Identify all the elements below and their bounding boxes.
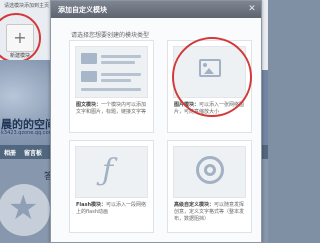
highlight-circle-image-module (172, 37, 252, 117)
module-description: 高级自定义模块：可以随意发挥创意，定义文字格式等（整本发布，数据阻挡） (174, 202, 245, 222)
module-card-flash[interactable]: ƒ Flash模块：可以添入一段网络上的flash动画 (69, 140, 154, 233)
thumb-line (101, 55, 141, 58)
module-card-text-image[interactable]: 图文模块：一个模块内可以添加文字和图片，标题，链接文字等 (69, 40, 154, 133)
dialog-subtitle: 请选择您想要创建的模块类型 (71, 32, 150, 39)
flash-icon: ƒ (75, 146, 148, 198)
thumb-line (101, 79, 131, 82)
space-url: k3423.qzone.qq.com (1, 130, 54, 136)
thumb-picture (81, 53, 97, 64)
dialog-title: 添加自定义模块 (58, 6, 107, 14)
nav-item-album[interactable]: 相册 (4, 148, 16, 157)
thumb-line (81, 88, 141, 91)
nav-item-messages[interactable]: 留言板 (24, 148, 42, 157)
module-card-advanced[interactable]: 高级自定义模块：可以随意发挥创意，定义文字格式等（整本发布，数据阻挡） (167, 140, 252, 233)
thumb-picture (81, 71, 97, 82)
dialog-header: 添加自定义模块 ✕ (51, 1, 261, 18)
thumb-line (101, 61, 135, 64)
module-description: 图文模块：一个模块内可以添加文字和图片，标题，链接文字等 (76, 102, 147, 115)
star-icon: ★ (8, 188, 39, 228)
advanced-module-icon (173, 146, 246, 198)
gear-icon (196, 156, 224, 184)
add-custom-module-dialog: 添加自定义模块 ✕ 请选择您想要创建的模块类型 图文模块：一个模块内可以添加文字… (50, 0, 262, 243)
text-image-module-icon (75, 46, 148, 98)
thumb-line (101, 73, 141, 76)
close-icon[interactable]: ✕ (247, 4, 257, 14)
module-description: Flash模块：可以添入一段网络上的flash动画 (76, 202, 147, 215)
